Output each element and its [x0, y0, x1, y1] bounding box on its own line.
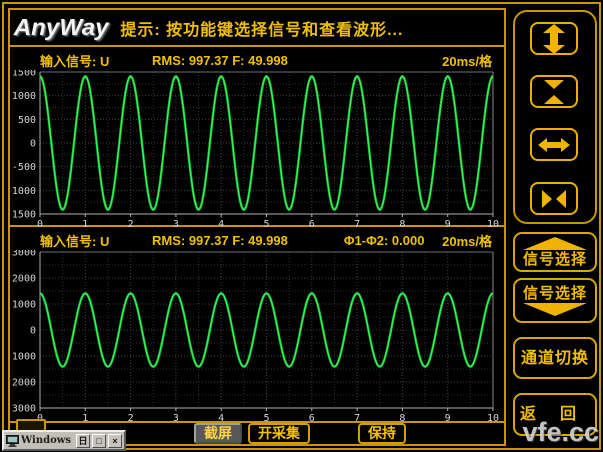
restore-button[interactable]: 日 — [76, 434, 90, 448]
svg-text:6: 6 — [309, 219, 315, 228]
top-bar: AnyWay 提示: 按功能键选择信号和查看波形... — [10, 10, 504, 47]
svg-text:0: 0 — [30, 139, 36, 150]
vfe-watermark: vfe.cc — [522, 417, 599, 448]
svg-text:1000: 1000 — [12, 300, 36, 311]
svg-text:2000: 2000 — [12, 274, 36, 285]
svg-text:1500: 1500 — [12, 70, 36, 79]
vertical-expand-icon[interactable] — [530, 22, 578, 55]
svg-text:0: 0 — [30, 326, 36, 337]
svg-text:-1000: -1000 — [10, 186, 36, 197]
svg-text:7: 7 — [354, 219, 360, 228]
timebase-readout: 20ms/格 — [442, 51, 492, 70]
maximize-button[interactable]: □ — [92, 434, 106, 448]
svg-text:1000: 1000 — [12, 91, 36, 102]
svg-text:-1000: -1000 — [10, 352, 36, 363]
waveform-chart-top: -1500 -1000 -500 0 500 1000 1500 0 1 2 3 4 5 6 7 8 9 10 — [10, 70, 505, 228]
svg-text:6: 6 — [309, 413, 315, 422]
horizontal-expand-icon[interactable] — [530, 128, 578, 161]
hint-text: 提示: 按功能键选择信号和查看波形... — [120, 16, 403, 40]
windows-taskbar-fragment[interactable]: Windows ... 日 □ × — [2, 430, 126, 451]
waveform-panel-top: 输入信号: U RMS: 997.37 F: 49.998 20ms/格 -15… — [10, 47, 504, 227]
triangle-up-icon — [523, 237, 587, 250]
screenshot-button[interactable]: 截屏 — [194, 423, 242, 444]
waveform-panel-bottom: 输入信号: U RMS: 997.37 F: 49.998 Φ1-Φ2: 0.0… — [10, 227, 504, 423]
svg-text:-1500: -1500 — [10, 210, 36, 221]
triangle-down-icon — [523, 303, 587, 316]
svg-text:500: 500 — [18, 115, 36, 126]
svg-text:2: 2 — [128, 413, 134, 422]
svg-text:9: 9 — [445, 219, 451, 228]
svg-text:10: 10 — [487, 413, 499, 422]
svg-text:-3000: -3000 — [10, 404, 36, 415]
channel-switch-label: 通道切换 — [521, 350, 589, 367]
phase-diff-readout: Φ1-Φ2: 0.000 — [344, 233, 425, 248]
signal-label: 输入信号: U — [40, 51, 152, 70]
svg-text:1: 1 — [82, 413, 88, 422]
svg-text:3: 3 — [173, 219, 179, 228]
signal-label: 输入信号: U — [40, 231, 152, 250]
svg-text:-2000: -2000 — [10, 378, 36, 389]
svg-text:3000: 3000 — [12, 250, 36, 259]
svg-text:-500: -500 — [12, 162, 36, 173]
hold-button[interactable]: 保持 — [358, 423, 406, 444]
waveform-chart-bottom: -3000-2000-10000100020003000012345678910 — [10, 250, 505, 422]
signal-select-down-label: 信号选择 — [523, 285, 587, 302]
close-button[interactable]: × — [108, 434, 122, 448]
svg-text:8: 8 — [399, 219, 405, 228]
svg-text:5: 5 — [263, 219, 269, 228]
svg-text:8: 8 — [399, 413, 405, 422]
svg-text:1: 1 — [82, 219, 88, 228]
panel-header-bottom: 输入信号: U RMS: 997.37 F: 49.998 Φ1-Φ2: 0.0… — [10, 227, 504, 250]
svg-text:4: 4 — [218, 413, 224, 422]
svg-text:9: 9 — [445, 413, 451, 422]
timebase-readout: 20ms/格 — [442, 231, 492, 250]
svg-text:0: 0 — [37, 219, 43, 228]
anyway-logo: AnyWay — [14, 14, 109, 41]
signal-select-down-button[interactable]: 信号选择 — [513, 278, 597, 323]
svg-text:7: 7 — [354, 413, 360, 422]
svg-text:5: 5 — [263, 413, 269, 422]
svg-text:3: 3 — [173, 413, 179, 422]
svg-text:2: 2 — [128, 219, 134, 228]
svg-text:4: 4 — [218, 219, 224, 228]
taskbar-title: Windows ... — [21, 435, 74, 446]
sidebar: 信号选择 信号选择 通道切换 返回 — [513, 10, 599, 442]
panel-header-top: 输入信号: U RMS: 997.37 F: 49.998 20ms/格 — [10, 47, 504, 70]
horizontal-compress-icon[interactable] — [530, 182, 578, 215]
main-area: AnyWay 提示: 按功能键选择信号和查看波形... 输入信号: U RMS:… — [8, 8, 506, 446]
vertical-compress-icon[interactable] — [530, 75, 578, 108]
oscilloscope-screen: AnyWay 提示: 按功能键选择信号和查看波形... 输入信号: U RMS:… — [0, 0, 603, 452]
rms-frequency-readout: RMS: 997.37 F: 49.998 — [152, 233, 288, 248]
rms-frequency-readout: RMS: 997.37 F: 49.998 — [152, 53, 288, 68]
svg-text:10: 10 — [487, 219, 499, 228]
signal-select-up-label: 信号选择 — [523, 251, 587, 268]
zoom-button-group — [513, 10, 597, 224]
computer-icon — [6, 435, 19, 447]
channel-switch-button[interactable]: 通道切换 — [513, 337, 597, 379]
start-acquisition-button[interactable]: 开采集 — [248, 423, 310, 444]
signal-select-up-button[interactable]: 信号选择 — [513, 232, 597, 272]
